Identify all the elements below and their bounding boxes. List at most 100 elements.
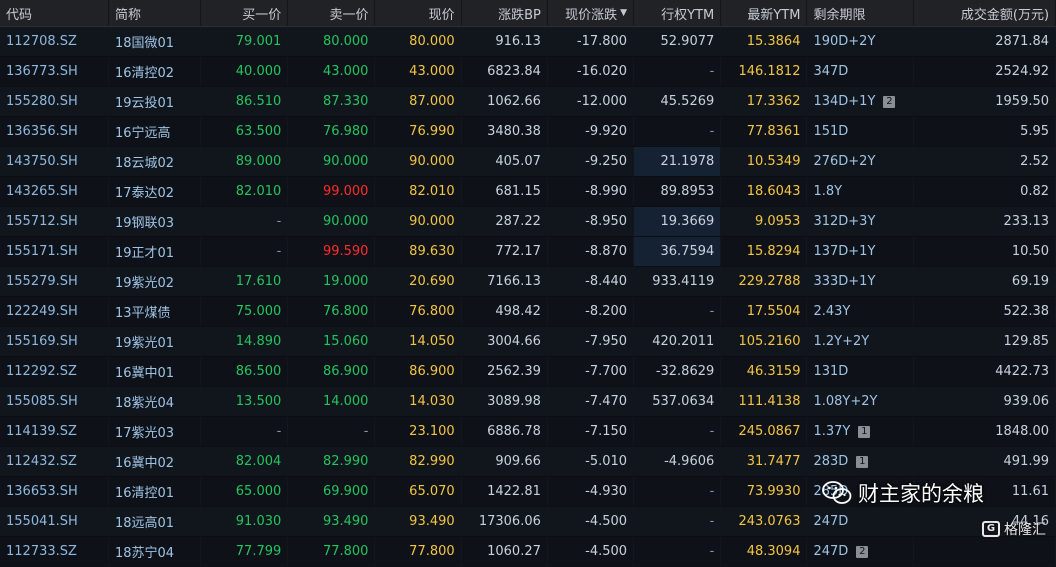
table-row[interactable]: 112708.SZ 18国微01 79.001 80.000 80.000 916.13-…	[0, 27, 1056, 57]
latest-ytm: 111.4138	[721, 387, 808, 416]
header-latest-ytm[interactable]: 最新YTM	[721, 0, 808, 26]
change-bp: 772.17	[461, 237, 548, 266]
last-price: 82.010	[375, 177, 462, 206]
header-turnover[interactable]: 成交金额(万元)	[914, 0, 1056, 26]
count-badge[interactable]: 1	[856, 455, 869, 468]
last-price: 43.000	[375, 57, 462, 86]
ask-price: 19.000	[288, 267, 376, 296]
bid-price: 89.000	[201, 147, 289, 176]
bond-code: 155085.SH	[0, 387, 109, 416]
term-text: 151D	[813, 124, 849, 139]
count-badge[interactable]: 2	[856, 545, 869, 558]
price-change: -7.150	[547, 417, 635, 446]
last-price: 76.990	[375, 117, 462, 146]
price-change: -12.000	[547, 87, 635, 116]
term-text: 1.8Y	[813, 184, 843, 199]
table-row[interactable]: 155712.SH 19钢联03-90.000 90.000 287.22 -8.950…	[0, 207, 1056, 237]
header-price-change[interactable]: 现价涨跌 ▼	[547, 0, 635, 26]
change-bp: 1062.66	[461, 87, 548, 116]
remaining-term: 283D 1	[807, 447, 915, 476]
ask-price: 43.000	[288, 57, 376, 86]
wechat-icon	[822, 481, 852, 504]
table-row[interactable]: 112733.SZ 18苏宁04 77.799 77.800 77.800 1060.27…	[0, 537, 1056, 567]
header-ask[interactable]: 卖一价	[288, 0, 376, 26]
exercise-ytm: 89.8953	[634, 177, 722, 206]
table-row[interactable]: 155171.SH 19正才01-99.590 89.630 772.17 -8.870…	[0, 237, 1056, 267]
change-bp: 3004.66	[461, 327, 548, 356]
last-price: 80.000	[375, 27, 462, 56]
table-row[interactable]: 143265.SH 17泰达02 82.010 99.000 82.010 681.15-…	[0, 177, 1056, 207]
price-change: -8.440	[547, 267, 635, 296]
header-price-change-label: 现价涨跌	[565, 7, 618, 23]
exercise-ytm: 933.4119	[634, 267, 722, 296]
table-row[interactable]: 155279.SH 19紫光02 17.610 19.000 20.690 7166.13…	[0, 267, 1056, 297]
table-row[interactable]: 136356.SH 16宁远高 63.500 76.980 76.990 3480.38-…	[0, 117, 1056, 147]
table-row[interactable]: 155041.SH 18远高01 91.030 93.490 93.490 17306.0…	[0, 507, 1056, 537]
change-bp: 2562.39	[461, 357, 548, 386]
ask-price: -	[288, 417, 376, 446]
change-bp: 1422.81	[461, 477, 548, 506]
header-remaining-term[interactable]: 剩余期限	[807, 0, 915, 26]
last-price: 86.900	[375, 357, 462, 386]
term-text: 247D	[813, 544, 849, 559]
table-row[interactable]: 155280.SH 19云投01 86.510 87.330 87.000 1062.66…	[0, 87, 1056, 117]
remaining-term: 151D	[807, 117, 915, 146]
bid-price: 86.500	[201, 357, 289, 386]
remaining-term: 1.2Y+2Y	[807, 327, 915, 356]
bond-name: 18紫光04	[108, 387, 202, 416]
bid-price: 79.001	[201, 27, 289, 56]
remaining-term: 137D+1Y	[807, 237, 915, 266]
table-row[interactable]: 112292.SZ 16冀中01 86.500 86.900 86.900 2562.39…	[0, 357, 1056, 387]
header-bid[interactable]: 买一价	[201, 0, 289, 26]
bond-code: 143265.SH	[0, 177, 109, 206]
table-row[interactable]: 155085.SH 18紫光04 13.500 14.000 14.030 3089.98…	[0, 387, 1056, 417]
term-text: 134D+1Y	[813, 94, 876, 109]
gelonghui-logo-text: 格隆汇	[1004, 522, 1046, 538]
header-change-bp[interactable]: 涨跌BP	[461, 0, 548, 26]
remaining-term: 276D+2Y	[807, 147, 915, 176]
remaining-term: 134D+1Y 2	[807, 87, 915, 116]
bid-price: 14.890	[201, 327, 289, 356]
header-name[interactable]: 简称	[108, 0, 202, 26]
change-bp: 681.15	[461, 177, 548, 206]
header-code[interactable]: 代码	[0, 0, 109, 26]
header-exercise-ytm[interactable]: 行权YTM	[634, 0, 722, 26]
ask-price: 76.980	[288, 117, 376, 146]
term-text: 347D	[813, 64, 849, 79]
price-change: -17.800	[547, 27, 635, 56]
table-row[interactable]: 155169.SH 19紫光01 14.890 15.060 14.050 3004.66…	[0, 327, 1056, 357]
table-row[interactable]: 143750.SH 18云城02 89.000 90.000 90.000 405.07-…	[0, 147, 1056, 177]
bond-name: 18云城02	[108, 147, 202, 176]
bond-name: 17泰达02	[108, 177, 202, 206]
table-header: 代码 简称 买一价 卖一价 现价 涨跌BP 现价涨跌 ▼ 行权YTM 最新YTM …	[0, 0, 1056, 27]
table-row[interactable]: 136773.SH 16清控02 40.000 43.000 43.000 6823.84…	[0, 57, 1056, 87]
latest-ytm: 245.0867	[721, 417, 808, 446]
header-price[interactable]: 现价	[375, 0, 462, 26]
bond-code: 143750.SH	[0, 147, 109, 176]
watermark-text: 财主家的余粮	[858, 482, 984, 506]
bid-price: 13.500	[201, 387, 289, 416]
change-bp: 916.13	[461, 27, 548, 56]
table-row[interactable]: 114139.SZ 17紫光03- -23.100 6886.78 -7.150-245…	[0, 417, 1056, 447]
count-badge[interactable]: 2	[883, 95, 896, 108]
price-change: -4.930	[547, 477, 635, 506]
turnover: 2871.84	[914, 27, 1056, 56]
bond-code: 122249.SH	[0, 297, 109, 326]
remaining-term: 333D+1Y	[807, 267, 915, 296]
remaining-term: 347D	[807, 57, 915, 86]
term-text: 190D+2Y	[813, 34, 876, 49]
last-price: 65.070	[375, 477, 462, 506]
change-bp: 6886.78	[461, 417, 548, 446]
latest-ytm: 48.3094	[721, 537, 808, 566]
count-badge[interactable]: 1	[858, 425, 871, 438]
turnover: 939.06	[914, 387, 1056, 416]
change-bp: 405.07	[461, 147, 548, 176]
table-row[interactable]: 112432.SZ 16冀中02 82.004 82.990 82.990 909.66-…	[0, 447, 1056, 477]
remaining-term: 131D	[807, 357, 915, 386]
table-row[interactable]: 122249.SH 13平煤债 75.000 76.800 76.800 498.42 -8…	[0, 297, 1056, 327]
bond-code: 112432.SZ	[0, 447, 109, 476]
bond-code: 155041.SH	[0, 507, 109, 536]
bond-name: 16清控02	[108, 57, 202, 86]
term-text: 1.37Y	[813, 424, 851, 439]
latest-ytm: 17.3362	[721, 87, 808, 116]
